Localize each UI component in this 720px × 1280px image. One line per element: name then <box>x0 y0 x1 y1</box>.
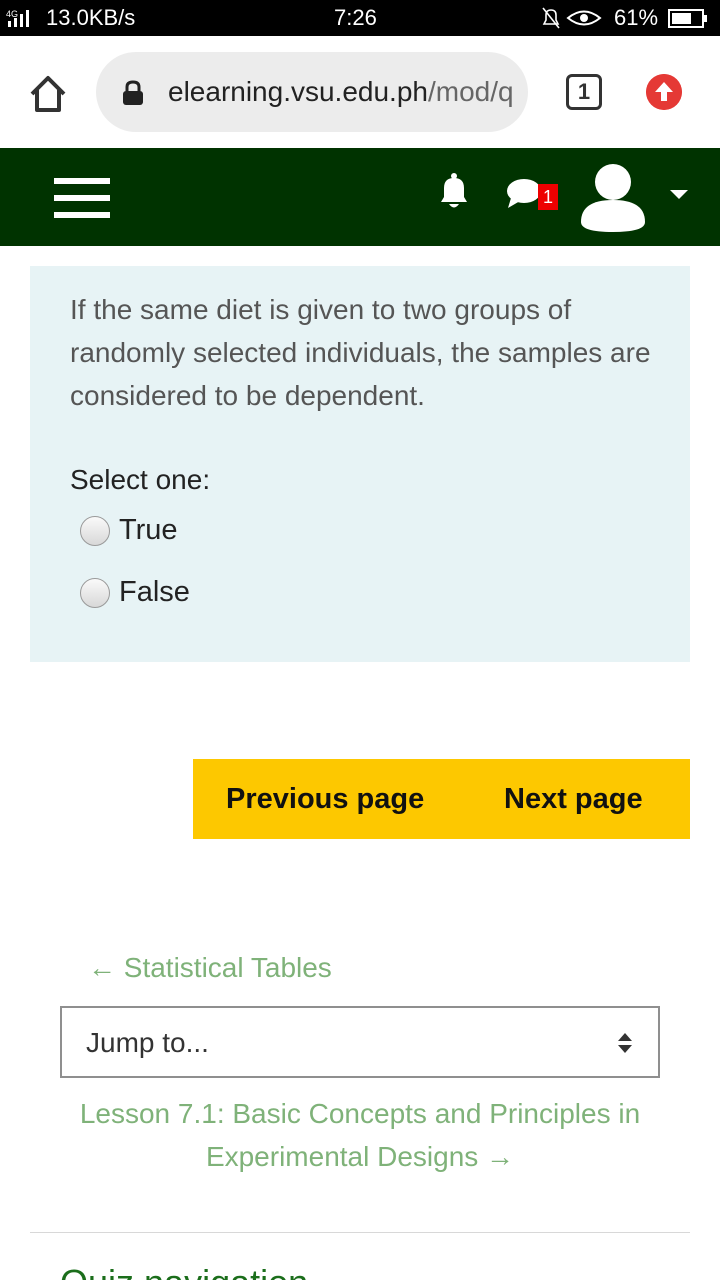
svg-text:4G: 4G <box>6 9 18 19</box>
lock-icon <box>123 80 143 105</box>
browser-toolbar: elearning.vsu.edu.ph/mod/q 1 <box>0 36 720 148</box>
divider <box>30 1232 690 1233</box>
network-speed: 13.0KB/s <box>46 5 136 30</box>
menu-icon[interactable] <box>54 178 110 218</box>
select-arrows-icon <box>618 1033 632 1053</box>
eye-icon <box>566 10 602 26</box>
home-icon[interactable] <box>26 72 70 116</box>
radio-button-false[interactable] <box>80 578 110 608</box>
update-icon[interactable] <box>646 74 682 110</box>
address-bar[interactable]: elearning.vsu.edu.ph/mod/q <box>96 52 528 132</box>
jump-to-value: Jump to... <box>86 1027 209 1058</box>
signal-icon: 4G <box>6 9 29 27</box>
url-domain: elearning.vsu.edu.ph <box>168 76 428 107</box>
tab-switcher-button[interactable]: 1 <box>566 74 602 110</box>
status-icons <box>542 7 602 29</box>
question-text: If the same diet is given to two groups … <box>70 294 651 411</box>
option-label-false[interactable]: False <box>119 576 190 609</box>
url-text: elearning.vsu.edu.ph/mod/q <box>168 76 514 108</box>
jump-to-select[interactable]: Jump to... <box>60 1006 660 1078</box>
select-one-label: Select one: <box>70 464 211 495</box>
messages-icon[interactable] <box>506 176 542 210</box>
site-header: 1 <box>0 148 720 246</box>
quiz-navigation-heading: Quiz navigation <box>60 1262 308 1280</box>
battery-icon <box>668 9 707 28</box>
messages-badge: 1 <box>538 184 558 210</box>
user-menu-caret-icon[interactable] <box>670 190 688 199</box>
page-navigation: Previous page Next page <box>193 759 690 839</box>
clock: 7:26 <box>334 5 377 30</box>
status-bar: 4G 13.0KB/s 7:26 61% <box>0 0 720 36</box>
bell-muted-icon <box>542 7 560 29</box>
question-box: If the same diet is given to two groups … <box>30 266 690 662</box>
radio-button-true[interactable] <box>80 516 110 546</box>
battery-percent: 61% <box>614 5 659 30</box>
next-activity-link[interactable]: Lesson 7.1: Basic Concepts and Principle… <box>60 1092 660 1178</box>
next-page-button[interactable]: Next page <box>504 783 643 816</box>
previous-activity-link[interactable]: ← Statistical Tables <box>88 952 332 984</box>
url-path: /mod/q <box>427 76 514 107</box>
user-avatar-icon[interactable] <box>578 162 648 234</box>
notifications-bell-icon[interactable] <box>436 172 472 212</box>
previous-page-button[interactable]: Previous page <box>226 783 424 816</box>
option-label-true[interactable]: True <box>119 514 178 547</box>
